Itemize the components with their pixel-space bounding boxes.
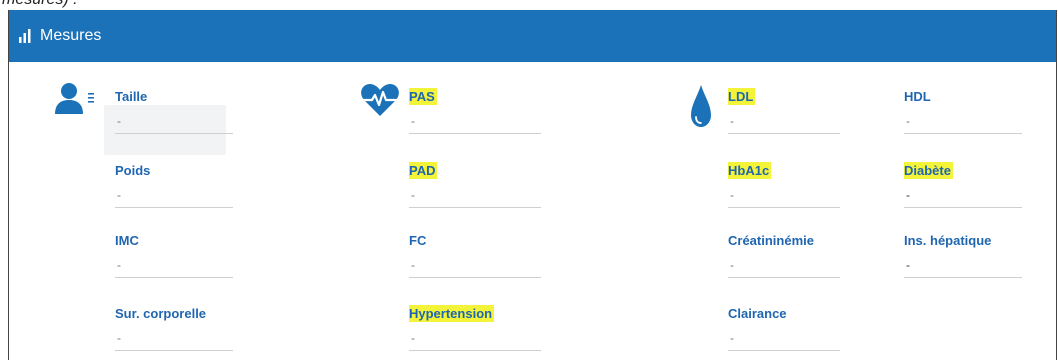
field-sur-corporelle[interactable]: Sur. corporelle - [115,305,233,351]
field-value: - [730,258,734,272]
field-value: - [411,331,415,345]
field-underline [409,350,541,351]
field-underline [728,350,840,351]
field-label: Créatininémie [728,233,814,248]
measures-panel: Mesures Taille - Poids - IMC - Sur. corp… [8,10,1057,360]
field-value: - [730,114,734,128]
field-value: - [906,188,910,202]
field-taille[interactable]: Taille - [115,88,233,134]
field-label: HbA1c [728,162,772,179]
field-diabete[interactable]: Diabète - [904,162,1022,208]
field-value: - [730,331,734,345]
field-fc[interactable]: FC - [409,232,541,278]
field-creatininemie[interactable]: Créatininémie - [728,232,846,278]
field-label: Sur. corporelle [115,306,207,321]
field-value: - [411,114,415,128]
field-hypertension[interactable]: Hypertension - [409,305,541,351]
field-label: Clairance [728,306,787,321]
field-underline [728,207,840,208]
field-underline [409,133,541,134]
field-label: Taille [115,89,148,104]
field-label: Hypertension [409,305,495,322]
field-value: - [411,258,415,272]
field-underline [115,350,233,351]
field-clairance[interactable]: Clairance - [728,305,846,351]
field-label: Ins. hépatique [904,233,992,248]
field-value: - [117,114,121,128]
field-underline [115,133,233,134]
field-underline [409,207,541,208]
field-pas[interactable]: PAS - [409,88,541,134]
field-value: - [117,258,121,272]
field-label: HDL [904,89,931,104]
panel-title: Mesures [40,27,102,44]
field-value: - [730,188,734,202]
field-label: IMC [115,233,139,248]
field-label: PAD [409,162,438,179]
field-underline [115,277,233,278]
field-hba1c[interactable]: HbA1c - [728,162,846,208]
bar-chart-icon [18,29,32,43]
page-caption: mesures) : [0,0,78,10]
field-value: - [411,188,415,202]
field-value: - [117,188,121,202]
field-underline [728,277,840,278]
panel-header: Mesures [9,10,1056,62]
field-underline [409,277,541,278]
field-pad[interactable]: PAD - [409,162,541,208]
field-underline [728,133,840,134]
field-label: LDL [728,88,756,105]
field-ins-hepatique[interactable]: Ins. hépatique - [904,232,1034,278]
heart-pulse-icon [360,83,400,122]
field-imc[interactable]: IMC - [115,232,233,278]
field-underline [115,207,233,208]
person-list-icon [54,82,102,121]
field-label: PAS [409,88,437,105]
field-label: FC [409,233,427,248]
field-poids[interactable]: Poids - [115,162,233,208]
field-value: - [117,331,121,345]
blood-drop-icon [689,83,713,134]
field-ldl[interactable]: LDL - [728,88,846,134]
field-label: Diabète [904,162,953,179]
field-label: Poids [115,163,151,178]
field-underline [904,207,1022,208]
field-underline [904,277,1022,278]
field-value: - [906,258,910,272]
field-hdl[interactable]: HDL - [904,88,1022,134]
field-value: - [906,114,910,128]
field-underline [904,133,1022,134]
